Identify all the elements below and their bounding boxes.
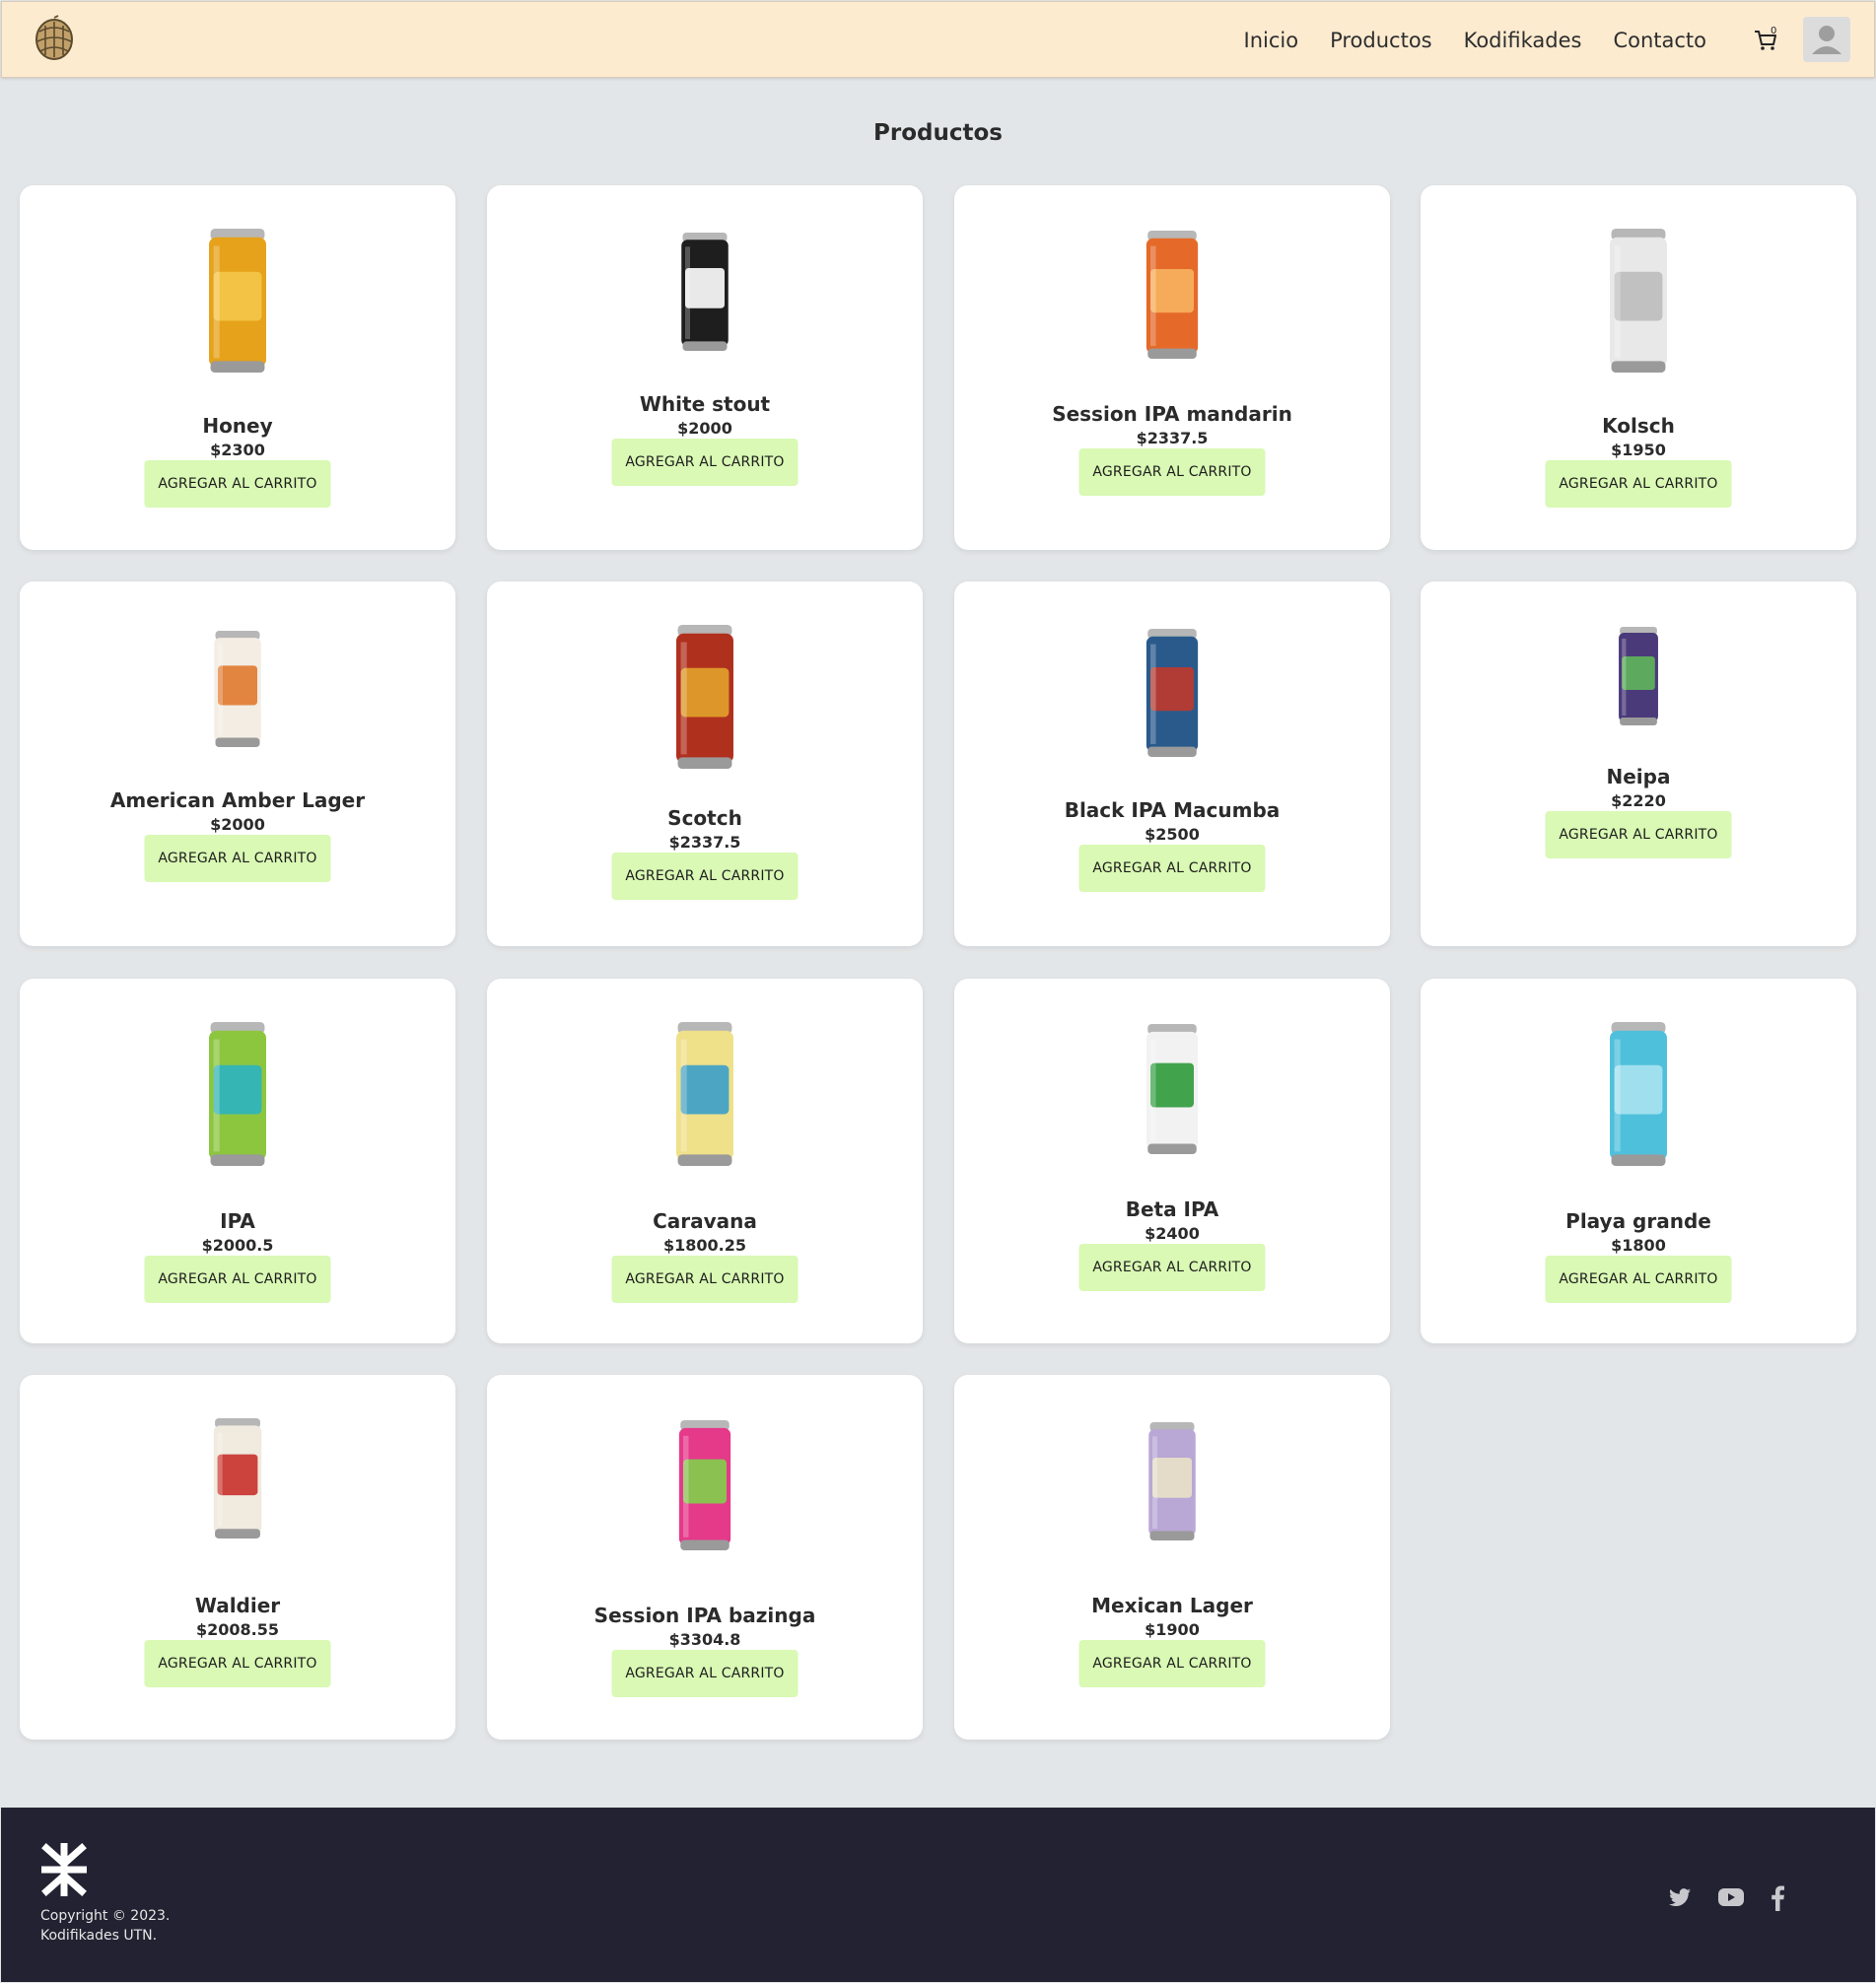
youtube-icon[interactable] bbox=[1717, 1885, 1745, 1909]
beer-can-image bbox=[1610, 1022, 1667, 1166]
copyright-text: Copyright © 2023. Kodifikades UTN. bbox=[40, 1906, 170, 1946]
product-price: $2400 bbox=[1145, 1224, 1200, 1243]
product-card: Honey $2300 AGREGAR AL CARRITO bbox=[20, 185, 455, 550]
product-name: Neipa bbox=[1606, 765, 1671, 788]
add-to-cart-button[interactable]: AGREGAR AL CARRITO bbox=[611, 1650, 799, 1697]
beer-can-image bbox=[1146, 1024, 1199, 1154]
product-name: Kolsch bbox=[1602, 414, 1675, 438]
product-name: Black IPA Macumba bbox=[1064, 798, 1281, 822]
product-price: $2008.55 bbox=[195, 1620, 279, 1639]
product-price: $1800 bbox=[1611, 1236, 1666, 1255]
beer-can-image bbox=[209, 229, 266, 373]
twitter-icon[interactable] bbox=[1667, 1885, 1693, 1909]
product-card: Beta IPA $2400 AGREGAR AL CARRITO bbox=[954, 979, 1390, 1343]
beer-can-image bbox=[676, 1022, 733, 1166]
product-price: $2220 bbox=[1611, 791, 1666, 810]
product-card: Black IPA Macumba $2500 AGREGAR AL CARRITO bbox=[954, 581, 1390, 946]
add-to-cart-button[interactable]: AGREGAR AL CARRITO bbox=[611, 853, 799, 900]
add-to-cart-button[interactable]: AGREGAR AL CARRITO bbox=[144, 835, 331, 882]
add-to-cart-button[interactable]: AGREGAR AL CARRITO bbox=[1545, 460, 1732, 508]
utn-logo-icon bbox=[41, 1843, 87, 1896]
product-price: $2300 bbox=[210, 441, 265, 459]
product-card: Session IPA bazinga $3304.8 AGREGAR AL CAR… bbox=[487, 1375, 923, 1740]
beer-can-image bbox=[1619, 627, 1658, 725]
user-avatar[interactable] bbox=[1803, 17, 1850, 62]
facebook-icon[interactable] bbox=[1770, 1885, 1785, 1911]
product-name: Waldier bbox=[194, 1594, 281, 1617]
top-navbar: Inicio Productos Kodifikades Contacto 0 bbox=[1, 1, 1875, 78]
product-card: Neipa $2220 AGREGAR AL CARRITO bbox=[1421, 581, 1856, 946]
beer-can-image bbox=[1148, 1422, 1196, 1540]
product-name: Mexican Lager bbox=[1091, 1594, 1253, 1617]
product-name: Session IPA bazinga bbox=[593, 1604, 816, 1627]
product-price: $1800.25 bbox=[662, 1236, 746, 1255]
nav-link-kodifikades[interactable]: Kodifikades bbox=[1464, 29, 1582, 52]
product-name: Beta IPA bbox=[1125, 1197, 1219, 1221]
product-price: $2337.5 bbox=[668, 833, 741, 852]
product-price: $2000 bbox=[210, 815, 265, 834]
beer-can-image bbox=[213, 1418, 262, 1539]
add-to-cart-button[interactable]: AGREGAR AL CARRITO bbox=[1078, 1244, 1266, 1291]
add-to-cart-button[interactable]: AGREGAR AL CARRITO bbox=[1078, 845, 1266, 892]
add-to-cart-button[interactable]: AGREGAR AL CARRITO bbox=[611, 1256, 799, 1303]
product-card: Scotch $2337.5 AGREGAR AL CARRITO bbox=[487, 581, 923, 946]
add-to-cart-button[interactable]: AGREGAR AL CARRITO bbox=[1545, 1256, 1732, 1303]
product-price: $1900 bbox=[1145, 1620, 1200, 1639]
beer-can-image bbox=[1610, 229, 1667, 373]
product-price: $2000 bbox=[677, 419, 732, 438]
nav-link-inicio[interactable]: Inicio bbox=[1244, 29, 1299, 52]
page-title: Productos bbox=[873, 120, 1003, 146]
product-card: American Amber Lager $2000 AGREGAR AL CARR… bbox=[20, 581, 455, 946]
product-name: Caravana bbox=[653, 1209, 757, 1233]
product-name: American Amber Lager bbox=[109, 788, 366, 812]
product-card: Waldier $2008.55 AGREGAR AL CARRITO bbox=[20, 1375, 455, 1740]
user-icon bbox=[1812, 26, 1841, 54]
beer-can-image bbox=[681, 233, 729, 351]
copyright-line: Copyright © 2023. bbox=[40, 1908, 171, 1924]
beer-can-image bbox=[214, 631, 261, 747]
beer-can-image bbox=[678, 1420, 731, 1550]
product-card: Playa grande $1800 AGREGAR AL CARRITO bbox=[1421, 979, 1856, 1343]
org-line: Kodifikades UTN. bbox=[40, 1928, 158, 1944]
beer-can-image bbox=[1146, 629, 1199, 757]
product-price: $1950 bbox=[1611, 441, 1666, 459]
cart-count-badge: 0 bbox=[1771, 26, 1777, 36]
product-card: Kolsch $1950 AGREGAR AL CARRITO bbox=[1421, 185, 1856, 550]
add-to-cart-button[interactable]: AGREGAR AL CARRITO bbox=[611, 439, 799, 486]
add-to-cart-button[interactable]: AGREGAR AL CARRITO bbox=[144, 1640, 331, 1687]
nav-link-contacto[interactable]: Contacto bbox=[1613, 29, 1706, 52]
product-price: $2337.5 bbox=[1136, 429, 1209, 447]
beer-can-image bbox=[676, 625, 733, 769]
product-price: $3304.8 bbox=[668, 1630, 741, 1649]
beer-can-image bbox=[1146, 231, 1199, 359]
add-to-cart-button[interactable]: AGREGAR AL CARRITO bbox=[144, 460, 331, 508]
product-name: Scotch bbox=[667, 806, 742, 830]
product-card: Caravana $1800.25 AGREGAR AL CARRITO bbox=[487, 979, 923, 1343]
product-card: Mexican Lager $1900 AGREGAR AL CARRITO bbox=[954, 1375, 1390, 1740]
add-to-cart-button[interactable]: AGREGAR AL CARRITO bbox=[1078, 1640, 1266, 1687]
product-card: IPA $2000.5 AGREGAR AL CARRITO bbox=[20, 979, 455, 1343]
product-price: $2000.5 bbox=[201, 1236, 274, 1255]
product-name: White stout bbox=[639, 392, 771, 416]
product-price: $2500 bbox=[1145, 825, 1200, 844]
beer-can-image bbox=[209, 1022, 266, 1166]
nav-link-productos[interactable]: Productos bbox=[1330, 29, 1432, 52]
product-name: Honey bbox=[202, 414, 273, 438]
add-to-cart-button[interactable]: AGREGAR AL CARRITO bbox=[144, 1256, 331, 1303]
product-name: IPA bbox=[220, 1209, 255, 1233]
add-to-cart-button[interactable]: AGREGAR AL CARRITO bbox=[1545, 811, 1732, 858]
footer: Copyright © 2023. Kodifikades UTN. bbox=[1, 1808, 1875, 1982]
hop-logo-icon[interactable] bbox=[32, 14, 77, 61]
product-name: Playa grande bbox=[1565, 1209, 1711, 1233]
add-to-cart-button[interactable]: AGREGAR AL CARRITO bbox=[1078, 448, 1266, 496]
product-card: White stout $2000 AGREGAR AL CARRITO bbox=[487, 185, 923, 550]
product-card: Session IPA mandarin $2337.5 AGREGAR AL CA… bbox=[954, 185, 1390, 550]
main-nav: Inicio Productos Kodifikades Contacto bbox=[1244, 2, 1707, 79]
product-name: Session IPA mandarin bbox=[1052, 402, 1292, 426]
